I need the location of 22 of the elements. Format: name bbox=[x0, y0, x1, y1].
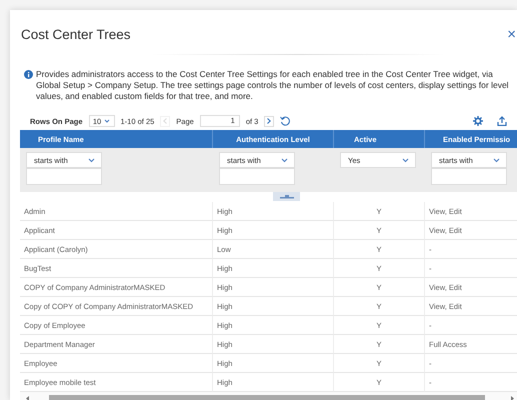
info-text: Provides administrators access to the Cost Center Tree Settings for each enabled tree in the Cost Center Tree widget, via Global Setup > Company Setup. The tree settings page controls the number of levels of cost centers, display settings for level values, and enabled custom fields for that tree, and more. bbox=[36, 69, 510, 102]
refresh-icon bbox=[280, 116, 290, 126]
next-button[interactable] bbox=[264, 116, 274, 126]
dialog-title: Cost Center Trees bbox=[21, 26, 131, 42]
chevron-down-icon bbox=[493, 158, 500, 162]
chevron-down-icon bbox=[88, 158, 95, 162]
scroll-left-icon bbox=[26, 396, 29, 400]
export-icon bbox=[497, 116, 507, 126]
chevron-left-icon bbox=[163, 118, 168, 124]
collapse-handle[interactable] bbox=[273, 192, 300, 201]
info-icon bbox=[24, 70, 33, 79]
chevron-down-icon bbox=[402, 158, 409, 162]
scroll-right-icon bbox=[511, 396, 514, 400]
chevron-down-icon bbox=[104, 119, 110, 123]
filter-input[interactable] bbox=[26, 168, 102, 185]
scrollbar-thumb[interactable] bbox=[49, 394, 485, 400]
close-button[interactable]: × bbox=[507, 26, 516, 42]
settings-icon bbox=[473, 116, 483, 126]
filter-input[interactable] bbox=[431, 168, 507, 185]
filter-input[interactable] bbox=[219, 168, 295, 185]
chevron-down-icon bbox=[281, 158, 288, 162]
chevron-right-icon bbox=[267, 118, 272, 124]
